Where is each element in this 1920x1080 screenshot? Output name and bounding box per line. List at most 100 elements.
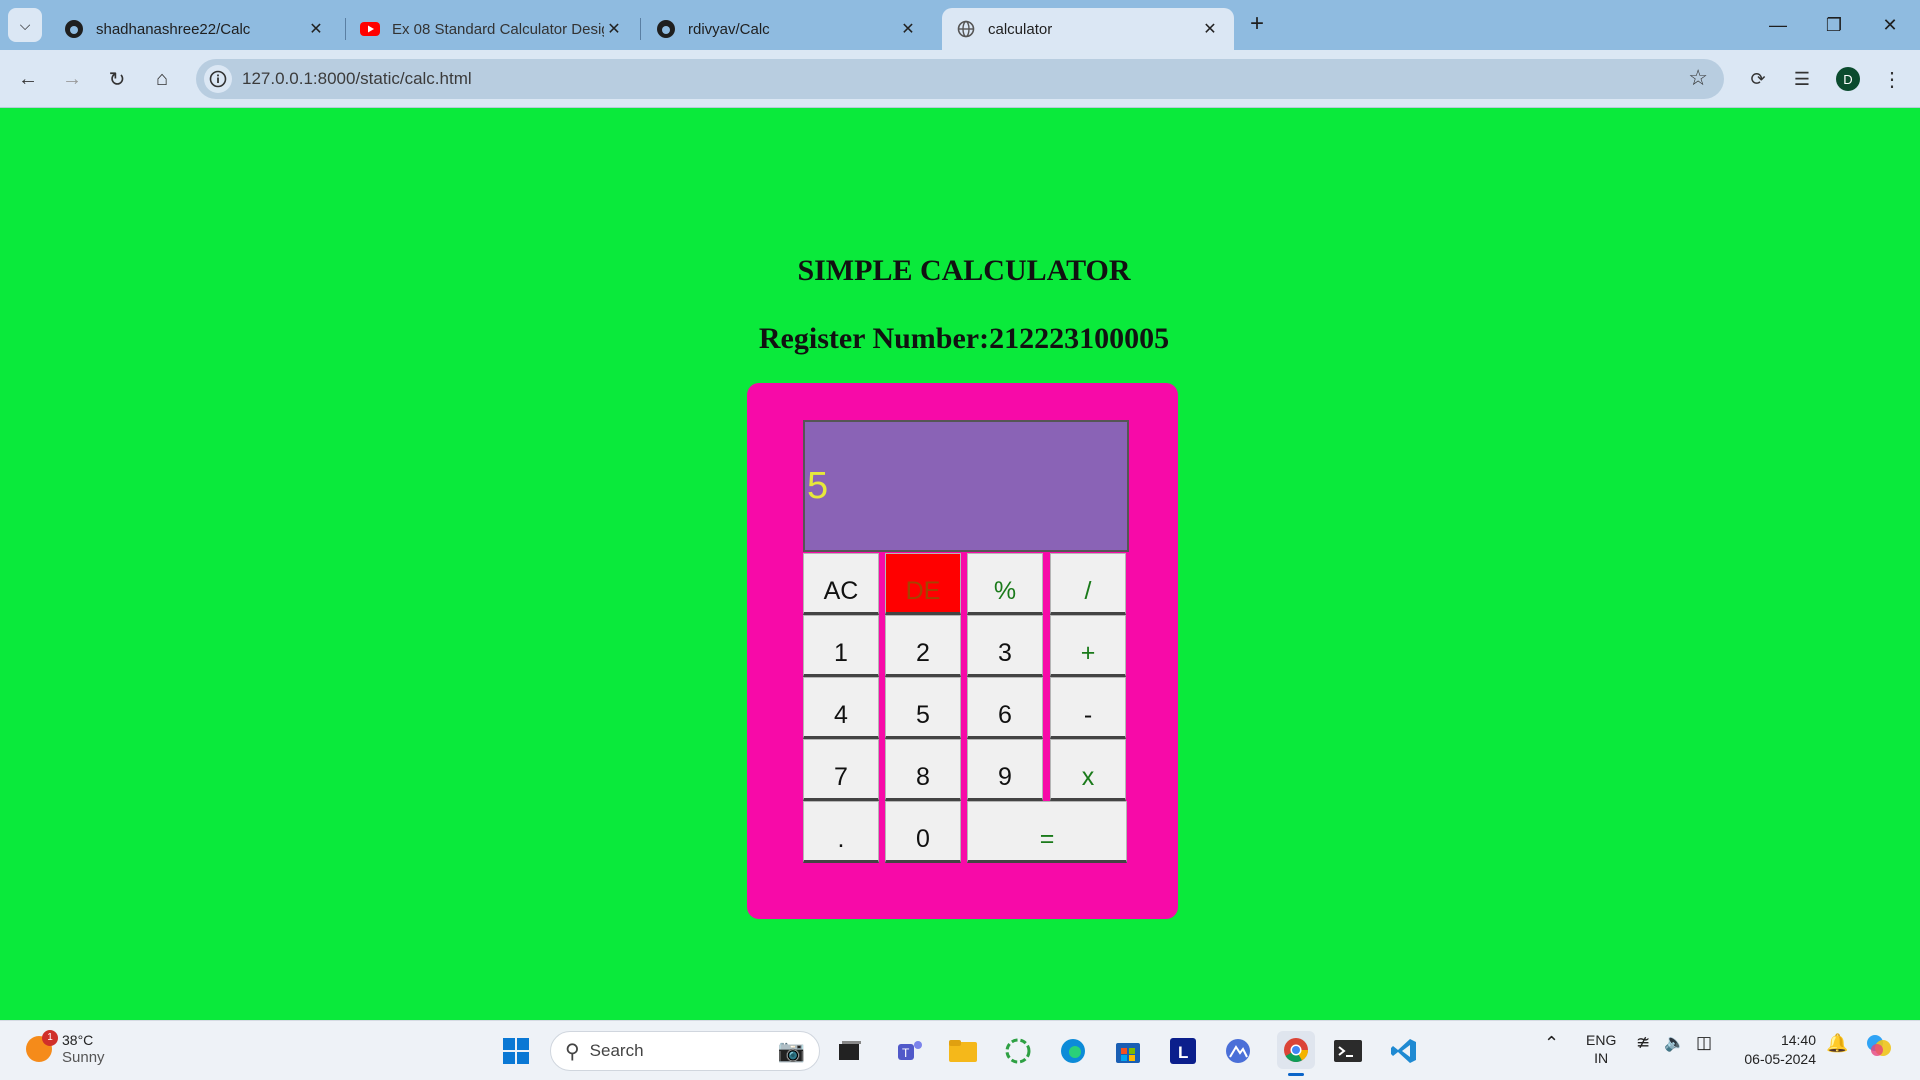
weather-widget[interactable]: 1 38°C Sunny [26, 1030, 105, 1067]
site-info-icon[interactable] [204, 65, 232, 93]
active-app-indicator [1288, 1073, 1304, 1076]
key-equals[interactable]: = [967, 801, 1127, 863]
tab-title: shadhanashree22/Calc [96, 20, 251, 38]
arrow-right-icon: → [62, 67, 82, 90]
weather-condition: Sunny [62, 1049, 105, 1066]
home-button[interactable]: ⌂ [146, 63, 178, 95]
register-number: Register Number:212223100005 [758, 322, 1170, 355]
url-text[interactable]: 127.0.0.1:8000/static/calc.html [242, 69, 472, 89]
windows-start-icon[interactable] [500, 1035, 532, 1067]
calculator-body: 5 AC DE % / 1 2 3 + 4 5 6 - 7 8 9 x . 0 … [747, 383, 1178, 919]
search-placeholder: Search [589, 1041, 644, 1060]
tab-title: calculator [988, 20, 1053, 38]
new-tab-button[interactable]: + [1244, 12, 1270, 38]
key-5[interactable]: 5 [885, 677, 961, 739]
media-controls-icon[interactable]: ☰ [1786, 63, 1818, 95]
tab-search-button[interactable]: ⌵ [8, 8, 42, 42]
terminal-icon[interactable] [1332, 1035, 1364, 1067]
github-icon [64, 19, 84, 39]
more-menu-icon[interactable]: ⋮ [1876, 63, 1908, 95]
tab-github-rdivyav[interactable]: rdivyav/Calc ✕ [642, 8, 932, 50]
key-0[interactable]: 0 [885, 801, 961, 863]
copilot-icon[interactable] [1864, 1031, 1894, 1064]
tab-github-shadhanashree[interactable]: shadhanashree22/Calc ✕ [50, 8, 340, 50]
clock-time: 14:40 [1780, 1032, 1816, 1048]
github-icon [656, 19, 676, 39]
task-view-icon[interactable] [834, 1035, 866, 1067]
reload-icon: ↻ [108, 68, 126, 91]
system-clock[interactable]: 14:40 06-05-2024 [1740, 1031, 1816, 1069]
key-4[interactable]: 4 [803, 677, 879, 739]
performance-icon[interactable]: ⟳ [1742, 63, 1774, 95]
calculator-display[interactable]: 5 [803, 420, 1129, 552]
key-multiply[interactable]: x [1050, 739, 1126, 801]
weather-sun-icon: 1 [26, 1030, 58, 1062]
restore-icon[interactable]: ❐ [1814, 10, 1854, 40]
taskbar-search[interactable]: ⚲ Search 📷 [550, 1031, 820, 1071]
close-icon[interactable]: ✕ [898, 19, 918, 39]
key-divide[interactable]: / [1050, 553, 1126, 615]
address-bar[interactable]: 127.0.0.1:8000/static/calc.html ☆ [196, 59, 1724, 99]
teams-icon[interactable]: T [894, 1035, 926, 1067]
chevron-up-icon[interactable]: ⌃ [1544, 1033, 1559, 1054]
store-icon[interactable] [1112, 1035, 1144, 1067]
youtube-icon [360, 19, 380, 39]
wifi-icon[interactable]: ≇ [1636, 1033, 1650, 1053]
arrow-left-icon: ← [18, 67, 38, 90]
key-de[interactable]: DE [885, 553, 961, 615]
svg-text:L: L [1178, 1043, 1188, 1062]
key-6[interactable]: 6 [967, 677, 1043, 739]
refresh-app-icon[interactable] [1002, 1035, 1034, 1067]
svg-text:T: T [902, 1046, 910, 1060]
tab-separator [640, 18, 641, 40]
window-close-icon[interactable]: ✕ [1870, 10, 1910, 40]
key-ac[interactable]: AC [803, 553, 879, 615]
l-app-icon[interactable]: L [1167, 1035, 1199, 1067]
minimize-icon[interactable]: — [1758, 10, 1798, 40]
language-indicator[interactable]: ENG IN [1586, 1031, 1616, 1067]
notification-bell-icon[interactable]: 🔔 [1826, 1033, 1848, 1054]
browser-tabstrip: ⌵ shadhanashree22/Calc ✕ Ex 08 Standard … [0, 0, 1920, 50]
weather-temperature: 38°C [62, 1032, 94, 1048]
key-minus[interactable]: - [1050, 677, 1126, 739]
mountain-app-icon[interactable] [1222, 1035, 1254, 1067]
vscode-icon[interactable] [1388, 1035, 1420, 1067]
profile-avatar[interactable]: D [1836, 67, 1860, 91]
file-explorer-icon[interactable] [947, 1035, 979, 1067]
browser-toolbar: ← → ↻ ⌂ 127.0.0.1:8000/static/calc.html … [0, 50, 1920, 108]
key-3[interactable]: 3 [967, 615, 1043, 677]
reload-button[interactable]: ↻ [101, 63, 133, 95]
key-7[interactable]: 7 [803, 739, 879, 801]
globe-icon [956, 19, 976, 39]
key-plus[interactable]: + [1050, 615, 1126, 677]
tab-calculator[interactable]: calculator ✕ [942, 8, 1234, 50]
search-icon: ⚲ [565, 1040, 580, 1063]
close-icon[interactable]: ✕ [604, 19, 624, 39]
close-icon[interactable]: ✕ [1200, 19, 1220, 39]
key-8[interactable]: 8 [885, 739, 961, 801]
region-code: IN [1594, 1050, 1609, 1066]
taskbar: 1 38°C Sunny ⚲ Search 📷 T L ⌃ ENG IN ≇ 🔈… [0, 1020, 1920, 1080]
language-code: ENG [1586, 1032, 1617, 1048]
edge-icon[interactable] [1057, 1035, 1089, 1067]
chrome-icon[interactable] [1277, 1031, 1315, 1069]
key-2[interactable]: 2 [885, 615, 961, 677]
forward-button[interactable]: → [56, 63, 88, 95]
chevron-down-icon: ⌵ [19, 16, 31, 33]
back-button[interactable]: ← [12, 63, 44, 95]
close-icon[interactable]: ✕ [306, 19, 326, 39]
key-percent[interactable]: % [967, 553, 1043, 615]
notification-badge: 1 [42, 1030, 58, 1046]
bookmark-star-icon[interactable]: ☆ [1688, 65, 1708, 91]
home-icon: ⌂ [155, 67, 169, 90]
key-9[interactable]: 9 [967, 739, 1043, 801]
clock-date: 06-05-2024 [1744, 1051, 1816, 1067]
key-dot[interactable]: . [803, 801, 879, 863]
tab-youtube[interactable]: Ex 08 Standard Calculator Desig ✕ [346, 8, 638, 50]
tab-title: Ex 08 Standard Calculator Desig [392, 20, 604, 38]
key-1[interactable]: 1 [803, 615, 879, 677]
tab-title: rdivyav/Calc [688, 20, 770, 38]
speaker-icon[interactable]: 🔈 [1664, 1033, 1685, 1053]
camera-icon: 📷 [777, 1038, 805, 1063]
battery-icon[interactable]: ◫ [1696, 1033, 1712, 1053]
